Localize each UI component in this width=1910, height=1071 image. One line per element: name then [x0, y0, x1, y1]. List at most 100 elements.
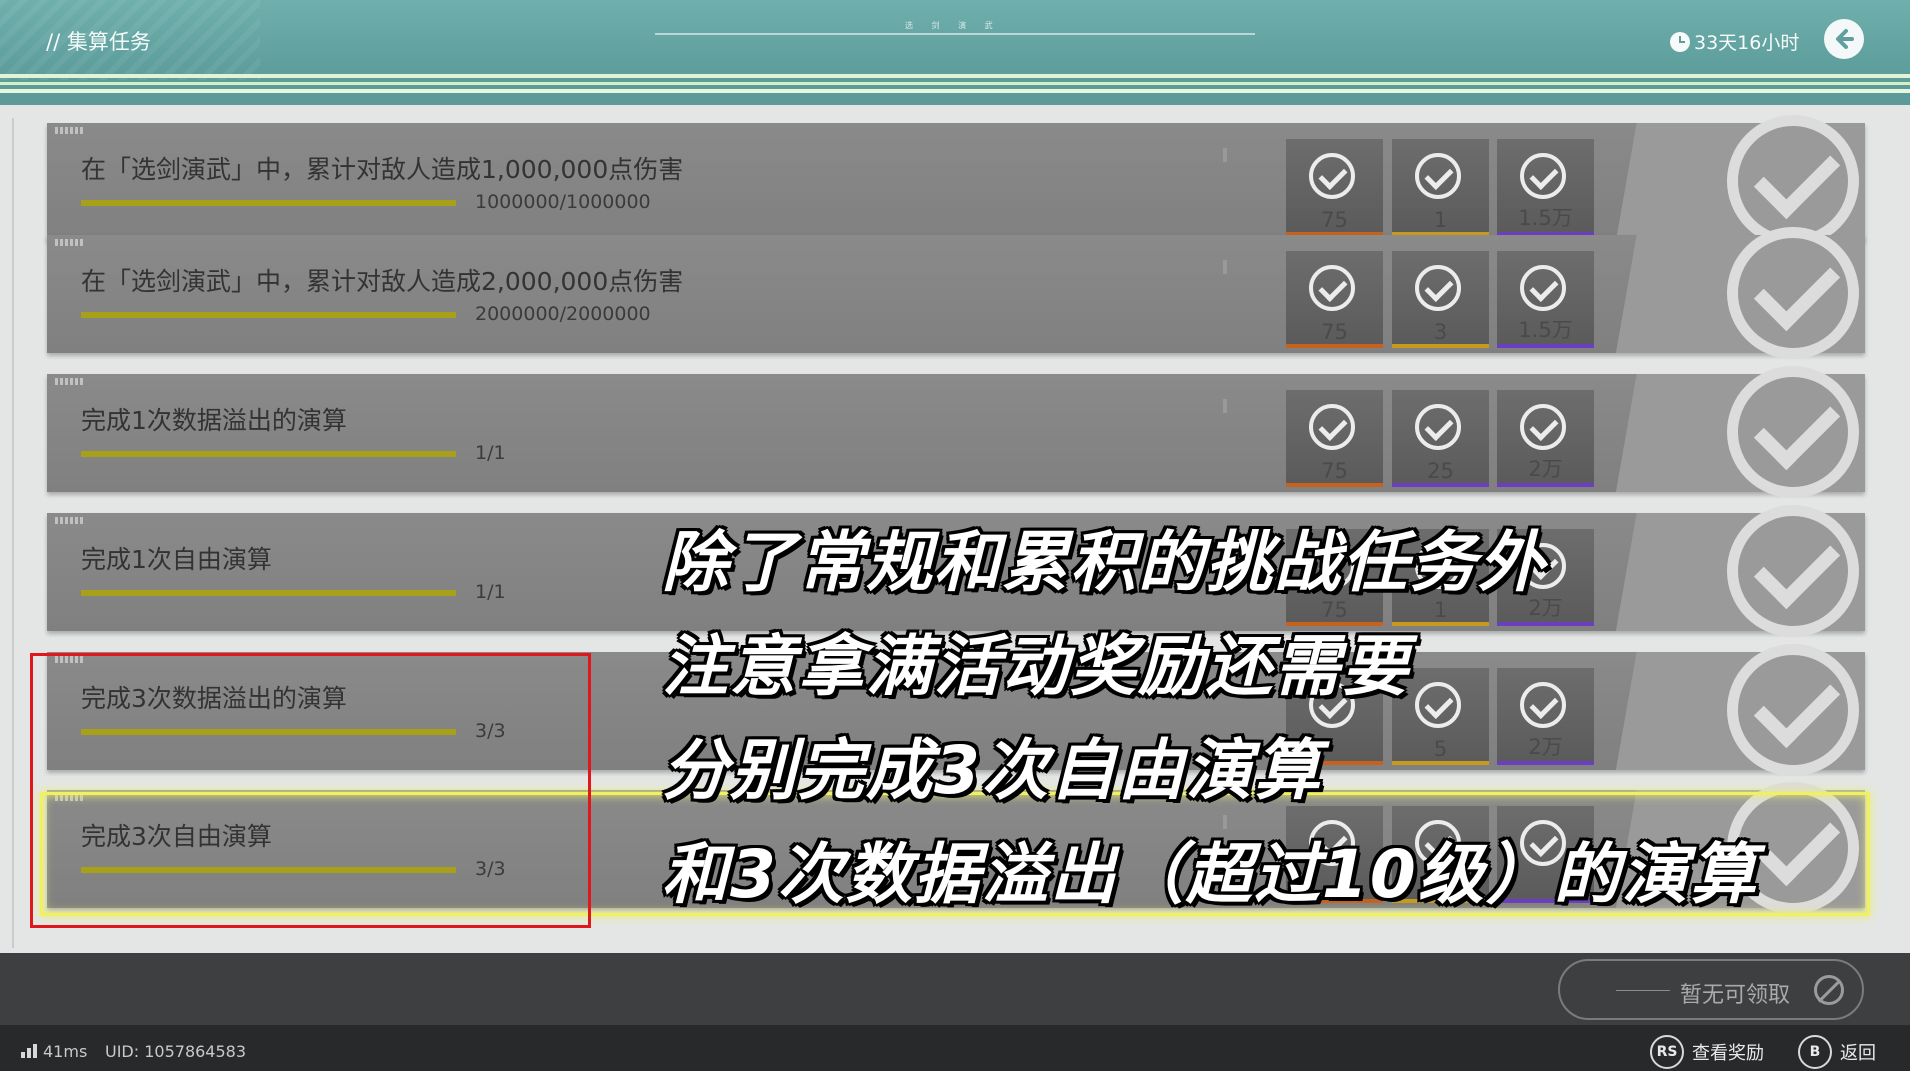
task-title: 完成1次自由演算 — [81, 545, 272, 574]
back-label: 返回 — [1840, 1043, 1876, 1064]
countdown-text: 33天16小时 — [1694, 32, 1800, 54]
caption-line-3: 分别完成3次自由演算 — [662, 732, 1322, 809]
card-tag — [55, 378, 83, 385]
reward-count: 1 — [1433, 208, 1448, 232]
claimed-check-icon — [1309, 153, 1355, 199]
arrow-left-icon — [1836, 29, 1854, 49]
card-divider — [1223, 148, 1227, 162]
reward-count: 75 — [1321, 459, 1348, 483]
header-stripe — [0, 82, 1910, 85]
reward-item[interactable]: 75 — [1286, 139, 1383, 236]
caption-line-1: 除了常规和累积的挑战任务外 — [662, 524, 1546, 601]
reward-item[interactable]: 25 — [1392, 390, 1489, 487]
claimed-check-icon — [1415, 265, 1461, 311]
task-title: 完成1次数据溢出的演算 — [81, 406, 347, 435]
completed-check-icon — [1727, 505, 1859, 637]
ping-text: 41ms — [43, 1042, 88, 1061]
progress-text: 1/1 — [475, 442, 506, 464]
reward-item[interactable]: 2万 — [1497, 668, 1594, 765]
reward-item[interactable]: 2万 — [1497, 390, 1594, 487]
reward-rarity-bar — [1286, 483, 1383, 487]
task-card[interactable]: 在「选剑演武」中，累计对敌人造成1,000,000点伤害 1000000/1000… — [47, 115, 1865, 247]
reward-item[interactable]: 3 — [1392, 251, 1489, 348]
claim-all-label: 暂无可领取 — [1680, 983, 1791, 1008]
reward-rarity-bar — [1392, 761, 1489, 765]
event-subtitle: 选 剑 演 武 — [905, 21, 1001, 30]
b-key-icon: B — [1798, 1035, 1832, 1069]
page-title: // 集算任务 — [46, 30, 151, 54]
claimed-check-icon — [1309, 265, 1355, 311]
claim-decor-line — [1616, 990, 1670, 991]
progress-fill — [81, 312, 456, 318]
card-tag — [55, 239, 83, 246]
reward-count: 75 — [1321, 320, 1348, 344]
caption-line-2: 注意拿满活动奖励还需要 — [662, 628, 1410, 705]
reward-count: 2万 — [1528, 735, 1563, 759]
header-stripe — [0, 89, 1910, 93]
reward-item[interactable]: 1.5万 — [1497, 251, 1594, 348]
reward-item[interactable]: 1.5万 — [1497, 139, 1594, 236]
progress-fill — [81, 451, 456, 457]
card-tag — [55, 127, 83, 134]
progress-bar — [81, 590, 456, 596]
claimed-check-icon — [1415, 404, 1461, 450]
countdown-timer: 33天16小时 — [1670, 28, 1799, 55]
progress-bar — [81, 200, 456, 206]
claimed-check-icon — [1415, 153, 1461, 199]
completed-check-icon — [1727, 227, 1859, 359]
annotation-box — [30, 653, 591, 928]
completed-check-icon — [1727, 366, 1859, 498]
claimed-check-icon — [1520, 682, 1566, 728]
completed-check-icon — [1727, 644, 1859, 776]
view-rewards-label: 查看奖励 — [1692, 1043, 1764, 1064]
signal-icon — [21, 1044, 37, 1058]
progress-bar — [81, 451, 456, 457]
reward-count: 5 — [1433, 737, 1448, 761]
reward-item[interactable]: 1 — [1392, 139, 1489, 236]
reward-count: 1.5万 — [1518, 206, 1573, 230]
reward-rarity-bar — [1497, 622, 1594, 626]
claimed-check-icon — [1520, 404, 1566, 450]
reward-count: 2万 — [1528, 457, 1563, 481]
reward-item[interactable]: 75 — [1286, 390, 1383, 487]
back-button[interactable] — [1824, 19, 1864, 59]
card-divider — [1223, 260, 1227, 274]
progress-text: 2000000/2000000 — [475, 303, 651, 325]
claimed-check-icon — [1520, 265, 1566, 311]
back-hint[interactable]: B 返回 — [1798, 1035, 1876, 1069]
card-tag — [55, 517, 83, 524]
clock-icon — [1670, 31, 1690, 52]
task-title: 在「选剑演武」中，累计对敌人造成2,000,000点伤害 — [81, 267, 684, 296]
uid-text: UID: 1057864583 — [105, 1042, 247, 1061]
progress-text: 1/1 — [475, 581, 506, 603]
view-rewards-hint[interactable]: RS 查看奖励 — [1650, 1035, 1764, 1069]
header-stripe — [0, 74, 1910, 78]
reward-rarity-bar — [1497, 761, 1594, 765]
caption-line-4: 和3次数据溢出（超过10级）的演算 — [662, 836, 1758, 913]
progress-fill — [81, 200, 456, 206]
ban-icon — [1814, 975, 1844, 1005]
claimed-check-icon — [1415, 682, 1461, 728]
reward-item[interactable]: 75 — [1286, 251, 1383, 348]
reward-rarity-bar — [1392, 483, 1489, 487]
reward-count: 1.5万 — [1518, 318, 1573, 342]
claimed-check-icon — [1309, 404, 1355, 450]
card-divider — [1223, 399, 1227, 413]
claimed-check-icon — [1520, 153, 1566, 199]
progress-fill — [81, 590, 456, 596]
status-bar — [0, 1025, 1910, 1071]
reward-count: 3 — [1433, 320, 1448, 344]
progress-bar — [81, 312, 456, 318]
claim-all-button[interactable]: 暂无可领取 — [1558, 959, 1864, 1020]
task-card[interactable]: 完成1次数据溢出的演算 1/1 75 25 2万 — [47, 366, 1865, 498]
reward-rarity-bar — [1286, 344, 1383, 348]
progress-text: 1000000/1000000 — [475, 191, 651, 213]
header-divider — [655, 33, 1255, 35]
reward-count: 25 — [1427, 459, 1454, 483]
task-card[interactable]: 在「选剑演武」中，累计对敌人造成2,000,000点伤害 2000000/2000… — [47, 227, 1865, 359]
reward-rarity-bar — [1392, 344, 1489, 348]
reward-rarity-bar — [1497, 483, 1594, 487]
task-title: 在「选剑演武」中，累计对敌人造成1,000,000点伤害 — [81, 155, 684, 184]
rs-key-icon: RS — [1650, 1035, 1684, 1069]
reward-rarity-bar — [1497, 344, 1594, 348]
